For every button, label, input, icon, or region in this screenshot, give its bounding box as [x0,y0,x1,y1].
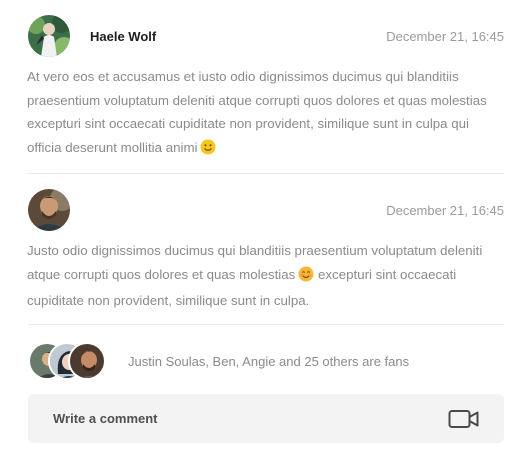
fan-avatar[interactable] [68,342,106,380]
user-avatar-icon [28,15,70,57]
comment-text: Justo odio dignissimos ducimus qui bland… [27,239,505,313]
divider [28,173,504,174]
comment-date: December 21, 16:45 [386,202,504,218]
user-avatar-icon [70,344,104,378]
comment-input[interactable] [53,411,448,426]
fans-row: Justin Soulas, Ben, Angie and 25 others … [28,340,504,382]
avatar[interactable] [28,15,70,57]
comment-composer [28,394,504,443]
smile-emoji-icon [200,139,216,163]
comment-body: At vero eos et accusamus et iusto odio d… [27,69,487,155]
comment-date: December 21, 16:45 [386,28,504,44]
user-avatar-icon [28,189,70,231]
comment-header: Haele Wolf December 21, 16:45 [28,14,504,58]
comment-text: At vero eos et accusamus et iusto odio d… [27,65,505,162]
smiling-face-emoji-icon [298,266,314,290]
avatar[interactable] [28,189,70,231]
video-camera-icon[interactable] [448,407,480,431]
comment-item: December 21, 16:45 Justo odio dignissimo… [27,188,505,325]
comment-item: Haele Wolf December 21, 16:45 At vero eo… [27,14,505,173]
divider [28,324,504,325]
fans-summary[interactable]: Justin Soulas, Ben, Angie and 25 others … [128,354,409,369]
comment-header: December 21, 16:45 [28,188,504,232]
fan-avatars[interactable] [28,342,108,380]
comment-author[interactable]: Haele Wolf [90,29,156,44]
